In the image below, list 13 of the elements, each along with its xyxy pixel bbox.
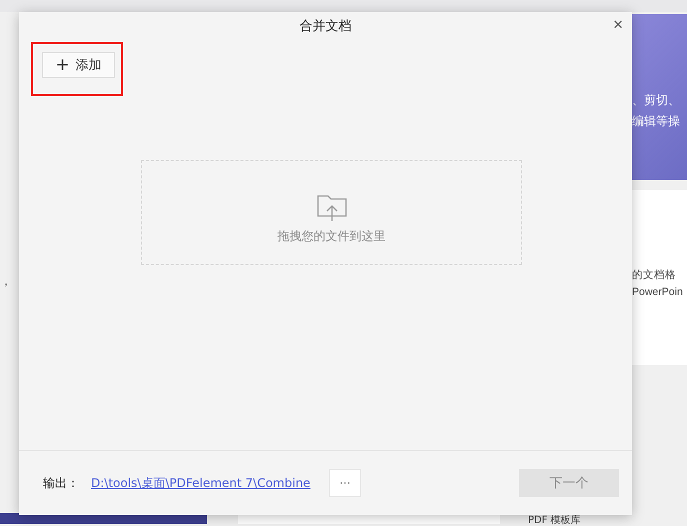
background-text: ， (0, 274, 12, 288)
card-title: PDF 模板库 (528, 516, 581, 526)
drop-hint: 拖拽您的文件到这里 (278, 228, 386, 245)
card-text: 编辑等操 (632, 113, 681, 130)
add-button[interactable]: + 添加 (42, 52, 115, 78)
output-path-link[interactable]: D:\tools\桌面\PDFelement 7\Combine (91, 474, 310, 492)
card-text: PowerPoin (632, 286, 684, 298)
browse-button[interactable]: ··· (329, 469, 361, 497)
dialog-title: 合并文档 (300, 18, 352, 35)
output-label: 输出： (43, 474, 79, 492)
card-text: 的文档格 (632, 268, 677, 282)
card-text: 、剪切、 (632, 92, 681, 109)
close-button[interactable]: × (610, 15, 626, 35)
